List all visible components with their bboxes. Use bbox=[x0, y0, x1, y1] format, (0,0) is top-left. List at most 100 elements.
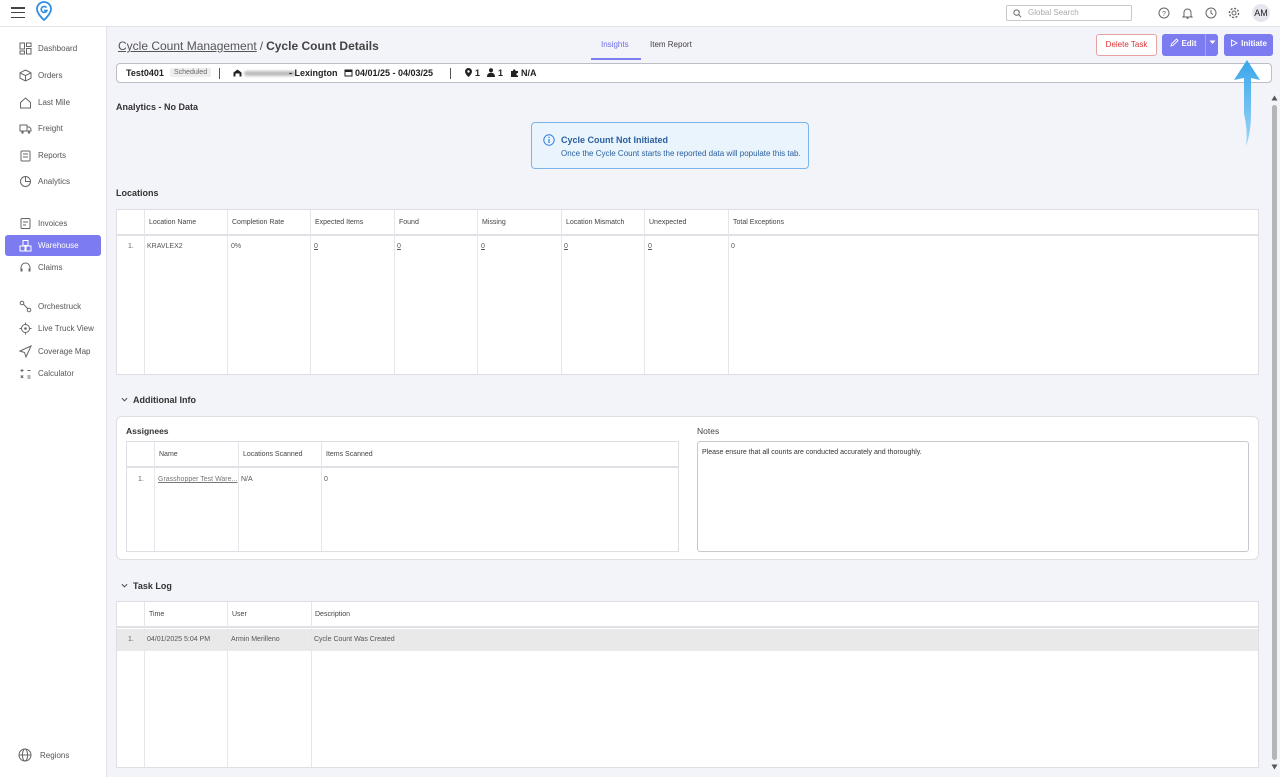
sidebar-item-regions[interactable]: Regions bbox=[5, 745, 101, 766]
user-cell: Armin Merilleno bbox=[231, 636, 280, 643]
found-link[interactable]: 0 bbox=[397, 243, 401, 250]
sidebar-item-live-truck-view[interactable]: Live Truck View bbox=[5, 318, 101, 339]
help-icon[interactable]: ? bbox=[1158, 7, 1170, 19]
column-header[interactable]: Found bbox=[399, 219, 419, 226]
table-header bbox=[127, 442, 678, 468]
column-header[interactable]: Locations Scanned bbox=[243, 451, 303, 458]
global-search-input[interactable]: Global Search bbox=[1006, 5, 1132, 21]
column-header[interactable]: Location Mismatch bbox=[566, 219, 624, 226]
column-header[interactable]: Missing bbox=[482, 219, 506, 226]
sidebar-item-reports[interactable]: Reports bbox=[5, 145, 101, 166]
column-header[interactable]: Expected Items bbox=[315, 219, 363, 226]
analytics-icon bbox=[20, 176, 31, 187]
not-initiated-notice: Cycle Count Not Initiated Once the Cycle… bbox=[531, 122, 809, 169]
tab-insights[interactable]: Insights bbox=[601, 40, 629, 49]
unexpected-link[interactable]: 0 bbox=[648, 243, 652, 250]
table-row[interactable] bbox=[117, 629, 1258, 651]
row-number: 1. bbox=[138, 476, 144, 483]
column-header[interactable]: User bbox=[232, 611, 247, 618]
column-header[interactable]: Description bbox=[315, 611, 350, 618]
sidebar-item-coverage-map[interactable]: Coverage Map bbox=[5, 341, 101, 362]
assignees-table: Name Locations Scanned Items Scanned 1. … bbox=[126, 441, 679, 552]
sidebar-item-dashboard[interactable]: Dashboard bbox=[5, 38, 101, 59]
scrollbar-thumb[interactable] bbox=[1272, 105, 1277, 760]
sidebar-item-label: Dashboard bbox=[38, 44, 78, 53]
locations-scanned-cell: N/A bbox=[241, 476, 253, 483]
sidebar-item-freight[interactable]: Freight bbox=[5, 118, 101, 139]
sidebar-item-orders[interactable]: Orders bbox=[5, 65, 101, 86]
sidebar-item-label: Reports bbox=[38, 151, 67, 160]
column-header[interactable]: Time bbox=[149, 611, 164, 618]
play-icon bbox=[1231, 39, 1239, 47]
analytics-title: Analytics - No Data bbox=[116, 102, 199, 112]
column-divider bbox=[310, 210, 311, 374]
sidebar-item-warehouse[interactable]: Warehouse bbox=[5, 235, 101, 256]
report-icon bbox=[20, 150, 31, 162]
additional-info-title[interactable]: Additional Info bbox=[133, 395, 196, 405]
breadcrumb-parent-link[interactable]: Cycle Count Management bbox=[118, 39, 257, 53]
bell-icon[interactable] bbox=[1182, 7, 1193, 19]
sidebar-item-claims[interactable]: Claims bbox=[5, 257, 101, 278]
tab-item-report[interactable]: Item Report bbox=[650, 40, 692, 49]
sidebar-item-calculator[interactable]: Calculator bbox=[5, 363, 101, 384]
gear-icon[interactable] bbox=[1228, 7, 1240, 19]
sidebar-item-invoices[interactable]: Invoices bbox=[5, 213, 101, 234]
sidebar-item-label: Warehouse bbox=[38, 241, 79, 250]
sidebar-item-label: Orchestruck bbox=[38, 302, 82, 311]
sidebar-item-analytics[interactable]: Analytics bbox=[5, 171, 101, 192]
column-divider bbox=[644, 210, 645, 374]
missing-link[interactable]: 0 bbox=[481, 243, 485, 250]
edit-button[interactable]: Edit bbox=[1162, 34, 1205, 56]
description-cell: Cycle Count Was Created bbox=[314, 636, 395, 643]
column-header[interactable]: Unexpected bbox=[649, 219, 686, 226]
truck-icon bbox=[19, 124, 32, 134]
search-placeholder: Global Search bbox=[1028, 8, 1079, 17]
avatar[interactable]: AM bbox=[1252, 4, 1270, 22]
history-icon[interactable] bbox=[1205, 7, 1217, 19]
items-scanned-cell: 0 bbox=[324, 476, 328, 483]
chevron-down-icon[interactable] bbox=[121, 582, 128, 589]
column-header[interactable]: Location Name bbox=[149, 219, 196, 226]
task-log-title[interactable]: Task Log bbox=[133, 581, 172, 591]
edit-dropdown-button[interactable] bbox=[1205, 34, 1218, 56]
scrollbar[interactable] bbox=[1269, 95, 1280, 771]
assignee-name-link[interactable]: Grasshopper Test Ware... bbox=[158, 476, 237, 483]
column-header[interactable]: Total Exceptions bbox=[733, 219, 784, 226]
notes-field[interactable]: Please ensure that all counts are conduc… bbox=[697, 441, 1249, 552]
locate-icon bbox=[19, 322, 32, 335]
menu-icon[interactable] bbox=[11, 7, 25, 19]
extra-info: N/A bbox=[521, 68, 537, 78]
completion-rate-cell: 0% bbox=[231, 243, 242, 250]
calculator-icon bbox=[20, 369, 31, 379]
scroll-up-icon[interactable] bbox=[1271, 95, 1278, 101]
initiate-label: Initiate bbox=[1241, 39, 1267, 48]
delete-task-button[interactable]: Delete Task bbox=[1096, 34, 1157, 56]
locations-title: Locations bbox=[116, 188, 159, 198]
location-mismatch-link[interactable]: 0 bbox=[564, 243, 568, 250]
annotation-arrow-icon bbox=[1234, 60, 1260, 146]
initiate-button[interactable]: Initiate bbox=[1224, 34, 1273, 56]
calendar-icon bbox=[344, 69, 353, 77]
svg-text:?: ? bbox=[1162, 11, 1166, 18]
headset-icon bbox=[20, 262, 31, 272]
column-header[interactable]: Name bbox=[159, 451, 178, 458]
caret-down-icon bbox=[1209, 40, 1215, 44]
active-tab-indicator bbox=[591, 58, 641, 60]
column-divider bbox=[728, 210, 729, 374]
main-content: Cycle Count Management / Cycle Count Detai… bbox=[107, 27, 1280, 777]
sidebar-item-orchestruck[interactable]: Orchestruck bbox=[5, 296, 101, 317]
column-divider bbox=[227, 210, 228, 374]
expected-items-link[interactable]: 0 bbox=[314, 243, 318, 250]
location-name-cell: KRAVLEX2 bbox=[147, 243, 183, 250]
logo-icon[interactable] bbox=[36, 1, 52, 21]
puzzle-icon bbox=[511, 69, 518, 77]
warehouse-icon bbox=[19, 240, 32, 252]
column-divider bbox=[144, 210, 145, 374]
sidebar-item-label: Calculator bbox=[38, 369, 75, 378]
table-header bbox=[117, 210, 1258, 236]
scroll-down-icon[interactable] bbox=[1271, 764, 1278, 770]
column-header[interactable]: Completion Rate bbox=[232, 219, 284, 226]
chevron-down-icon[interactable] bbox=[121, 396, 128, 403]
sidebar-item-last-mile[interactable]: Last Mile bbox=[5, 92, 101, 113]
column-header[interactable]: Items Scanned bbox=[326, 451, 373, 458]
